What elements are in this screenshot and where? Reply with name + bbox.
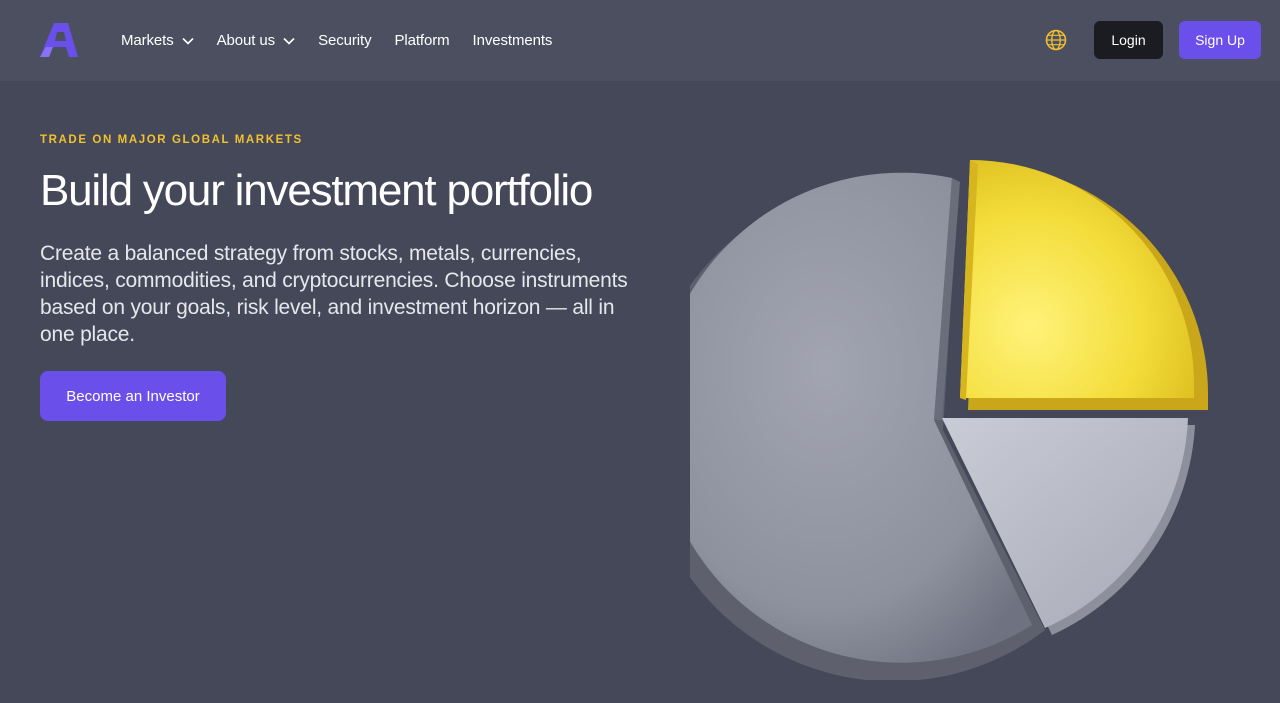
- hero-eyebrow: TRADE ON MAJOR GLOBAL MARKETS: [40, 134, 303, 146]
- globe-icon[interactable]: [1045, 29, 1067, 51]
- menu-item-label: About us: [216, 32, 276, 49]
- menu-item-security[interactable]: Security: [318, 32, 371, 49]
- menu-item-label: Investments: [472, 32, 553, 49]
- top-nav: Markets About us Security Platform Inves…: [0, 0, 1280, 81]
- hero-title: Build your investment portfolio: [40, 166, 593, 215]
- hero-description: Create a balanced strategy from stocks, …: [40, 242, 628, 346]
- menu-item-label: Security: [318, 32, 372, 49]
- chevron-down-icon: [283, 37, 295, 45]
- nav-actions: Login Sign Up: [1045, 21, 1261, 59]
- main-menu: Markets About us Security Platform Inves…: [121, 0, 575, 81]
- sign-up-button[interactable]: Sign Up: [1179, 21, 1261, 59]
- menu-item-investments[interactable]: Investments: [473, 32, 553, 49]
- menu-item-label: Platform: [394, 32, 450, 49]
- pie-chart-illustration: [690, 160, 1208, 680]
- menu-item-markets[interactable]: Markets: [121, 32, 194, 49]
- menu-item-label: Markets: [121, 32, 174, 49]
- become-investor-button[interactable]: Become an Investor: [40, 371, 226, 421]
- page: Markets About us Security Platform Inves…: [0, 0, 1280, 703]
- login-button[interactable]: Login: [1094, 21, 1163, 59]
- menu-item-about-us[interactable]: About us: [217, 32, 295, 49]
- menu-item-platform[interactable]: Platform: [394, 32, 449, 49]
- chevron-down-icon: [182, 37, 194, 45]
- brand-logo[interactable]: [40, 23, 78, 57]
